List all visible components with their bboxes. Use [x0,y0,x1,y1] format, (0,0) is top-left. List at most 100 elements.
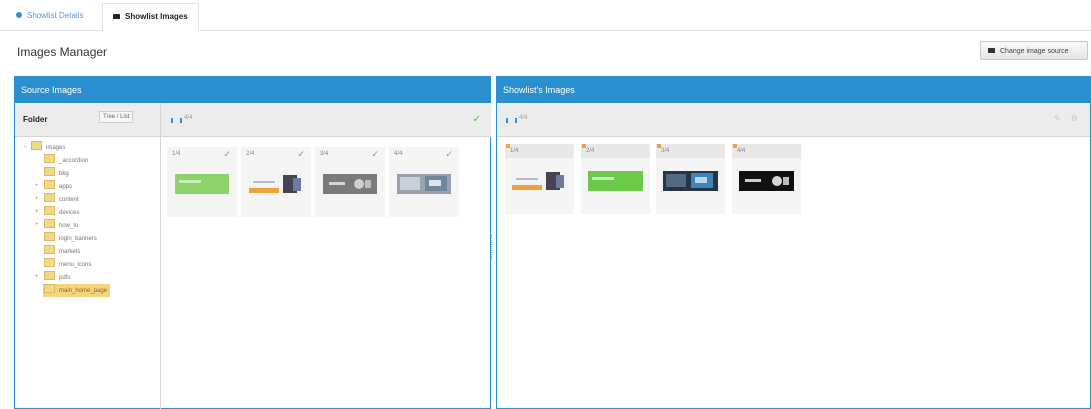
folder-icon [31,141,42,150]
folder-header: Folder Tree / List [15,103,160,137]
image-thumbnail [249,174,303,194]
folder-node-selected[interactable]: main_home_page [43,284,111,297]
folder-node[interactable]: markets [44,245,80,258]
source-images-grid: 4/4 ✓ 1/4 ✓ 2/4 ✓ 3/4 ✓ 4/4 ✓ [161,103,491,409]
tile-bar: 4/4 ✓ [389,147,459,161]
edit-settings-icons[interactable]: ✎ ⚙ [1054,114,1082,123]
pin-icon [657,144,661,148]
source-images-panel: Source Images Folder Tree / List − images… [14,76,491,409]
folder-name: login_banners [59,236,97,242]
expander-icon[interactable]: + [35,271,43,284]
folder-node[interactable]: + content [35,193,79,206]
folder-node[interactable]: + pdfs [35,271,70,284]
folder-icon [44,219,55,228]
folder-node[interactable]: + apps [35,180,72,193]
folder-node[interactable]: menu_icons [44,258,91,271]
image-tile[interactable]: 1/4 ✓ [167,147,237,217]
folder-node[interactable]: _accordion [44,154,88,167]
folder-icon [44,258,55,267]
tile-label: 2/4 [586,148,595,154]
image-tile[interactable]: 3/4 ✓ [315,147,385,217]
change-image-source-button[interactable]: Change image source [980,41,1088,60]
showlist-image-tile[interactable]: 3/4 [656,144,725,214]
expander-icon[interactable]: + [35,180,43,193]
page-title: Images Manager [17,45,108,59]
tile-label: 3/4 [320,151,329,157]
tile-bar: 4/4 [732,144,801,158]
tile-bar: 2/4 ✓ [241,147,311,161]
image-thumbnail [175,174,229,194]
image-thumbnail [739,171,794,191]
expander-icon[interactable]: + [35,193,43,206]
tile-label: 4/4 [737,148,746,154]
folder-icon [44,271,55,280]
folder-node[interactable]: − images [23,141,65,154]
button-label: Change image source [1000,48,1069,55]
image-thumbnail [663,171,718,191]
folder-icon [44,193,55,202]
folder-label: Folder [23,115,48,124]
showlist-images-grid: 4/4 ✎ ⚙ 1/4 2/4 3/4 4/4 [497,103,1090,409]
expander-icon[interactable]: + [35,219,43,232]
pin-icon [506,144,510,148]
panel-title: Showlist's Images [497,77,1090,103]
folder-icon [44,167,55,176]
folder-node[interactable]: + how_to [35,219,78,232]
folder-pane: Folder Tree / List − images _accordion bk… [15,103,161,409]
tree-list-toggle[interactable]: Tree / List [99,111,134,123]
expander-icon[interactable]: + [35,206,43,219]
select-all-check-icon[interactable]: ✓ [473,114,481,125]
tile-bar: 1/4 ✓ [167,147,237,161]
check-icon[interactable]: ✓ [371,147,379,161]
folder-icon [44,284,55,293]
tile-bar: 2/4 [581,144,650,158]
folder-name: markets [59,249,81,255]
tab-bar: Showlist Details Showlist Images [0,0,1091,32]
folder-icon [44,206,55,215]
info-icon [16,12,22,18]
showlist-images-panel: Showlist's Images 4/4 ✎ ⚙ 1/4 2/4 3/4 4/… [496,76,1091,409]
image-thumbnail [512,171,567,191]
check-icon[interactable]: ✓ [297,147,305,161]
folder-name: apps [59,184,73,190]
folder-name: how_to [59,223,79,229]
folder-node[interactable]: bkg [44,167,69,180]
tab-label: Showlist Details [27,11,84,20]
image-thumbnail [323,174,377,194]
tab-label: Showlist Images [125,12,188,21]
tab-showlist-images[interactable]: Showlist Images [102,3,199,32]
showlist-image-tile[interactable]: 2/4 [581,144,650,214]
expander-icon[interactable]: − [23,141,31,154]
tile-label: 3/4 [661,148,670,154]
showlist-image-tile[interactable]: 4/4 [732,144,801,214]
folder-name: pdfs [59,275,71,281]
folder-icon [988,48,995,53]
folder-icon [113,14,120,19]
folder-name: _accordion [59,158,89,164]
tile-bar: 1/4 [505,144,574,158]
tile-label: 2/4 [246,151,255,157]
tile-label: 1/4 [172,151,181,157]
tile-label: 4/4 [394,151,403,157]
image-tile[interactable]: 4/4 ✓ [389,147,459,217]
images-header: 4/4 ✓ [161,103,491,137]
folder-icon [44,180,55,189]
showlist-image-tile[interactable]: 1/4 [505,144,574,214]
folder-name: main_home_page [59,288,108,294]
grid-view-icon[interactable] [506,118,517,123]
grid-view-icon[interactable] [171,118,182,123]
image-thumbnail [588,171,643,191]
folder-icon [44,232,55,241]
check-icon[interactable]: ✓ [223,147,231,161]
folder-node[interactable]: login_banners [44,232,97,245]
tile-bar: 3/4 [656,144,725,158]
pin-icon [582,144,586,148]
image-count: 4/4 [184,115,193,121]
folder-node[interactable]: + devices [35,206,79,219]
image-tile[interactable]: 2/4 ✓ [241,147,311,217]
pin-icon [733,144,737,148]
folder-icon [44,154,55,163]
tab-showlist-details[interactable]: Showlist Details [6,3,93,29]
check-icon[interactable]: ✓ [445,147,453,161]
image-thumbnail [397,174,451,194]
